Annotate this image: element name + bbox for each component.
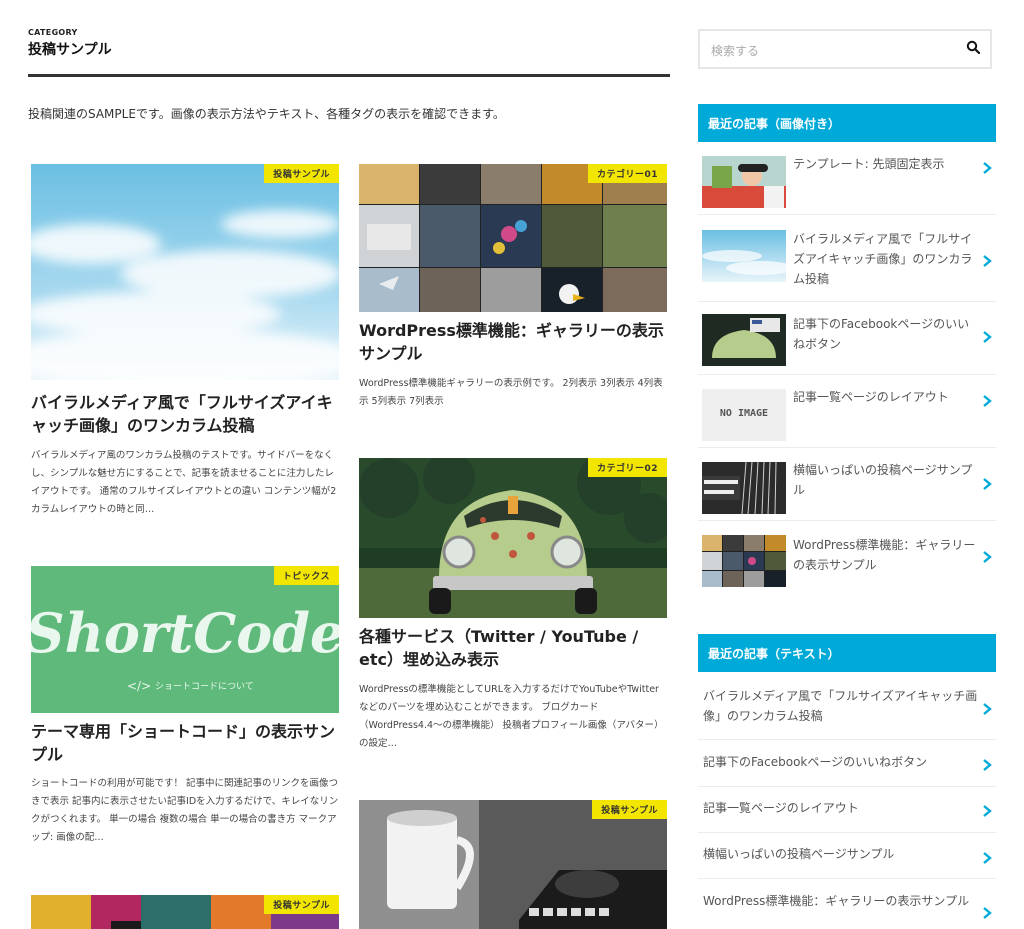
- chevron-right-icon: [983, 478, 992, 490]
- recent-post-item[interactable]: 記事下のFacebookページのいいねボタン: [698, 302, 996, 375]
- recent-text-item[interactable]: 記事下のFacebookページのいいねボタン: [698, 740, 996, 787]
- recent-post-thumbnail[interactable]: [702, 156, 786, 208]
- chevron-right-icon: [983, 255, 992, 267]
- category-badge[interactable]: 投稿サンプル: [592, 800, 667, 819]
- sky-image: [31, 164, 339, 380]
- recent-text-item[interactable]: 記事一覧ページのレイアウト: [698, 787, 996, 833]
- post-title[interactable]: WordPress標準機能：ギャラリーの表示サンプル: [359, 319, 667, 365]
- post-card[interactable]: 投稿サンプル: [31, 895, 339, 929]
- shortcode-image-subtext: ショートコードについて: [155, 681, 254, 692]
- svg-text:</>: </>: [127, 679, 151, 693]
- widget-title-recent-text: 最近の記事（テキスト）: [698, 634, 996, 672]
- search-icon[interactable]: [966, 40, 980, 54]
- recent-text-title[interactable]: WordPress標準機能：ギャラリーの表示サンプル: [703, 891, 981, 911]
- recent-post-thumbnail[interactable]: [702, 462, 786, 514]
- recent-post-thumbnail[interactable]: NO IMAGE: [702, 389, 786, 441]
- category-badge[interactable]: 投稿サンプル: [264, 895, 339, 914]
- recent-text-item[interactable]: 横幅いっぱいの投稿ページサンプル: [698, 833, 996, 879]
- post-title[interactable]: バイラルメディア風で「フルサイズアイキャッチ画像」のワンカラム投稿: [31, 391, 339, 437]
- recent-post-thumbnail[interactable]: [702, 314, 786, 366]
- recent-post-thumbnail[interactable]: [702, 535, 786, 587]
- recent-post-item[interactable]: WordPress標準機能：ギャラリーの表示サンプル: [698, 521, 996, 593]
- recent-post-title[interactable]: 記事下のFacebookページのいいねボタン: [793, 314, 978, 354]
- shortcode-image-text: ShortCode: [31, 601, 339, 665]
- car-image: [359, 458, 667, 618]
- recent-text-title[interactable]: 記事下のFacebookページのいいねボタン: [703, 752, 981, 772]
- page-title: 投稿サンプル: [28, 42, 112, 58]
- recent-text-title[interactable]: バイラルメディア風で「フルサイズアイキャッチ画像」のワンカラム投稿: [703, 686, 981, 726]
- post-thumbnail[interactable]: カテゴリー02: [359, 458, 667, 618]
- chevron-right-icon: [983, 703, 992, 715]
- recent-post-title[interactable]: 横幅いっぱいの投稿ページサンプル: [793, 460, 978, 500]
- no-image-label: NO IMAGE: [719, 408, 769, 419]
- recent-post-title[interactable]: テンプレート: 先頭固定表示: [793, 154, 978, 174]
- chevron-right-icon: [983, 395, 992, 407]
- title-divider: [28, 74, 670, 77]
- post-title[interactable]: テーマ専用「ショートコード」の表示サンプル: [31, 720, 339, 766]
- search-box[interactable]: 検索する: [698, 29, 992, 69]
- category-badge[interactable]: トピックス: [273, 566, 339, 585]
- chevron-right-icon: [983, 162, 992, 174]
- chevron-right-icon: [983, 551, 992, 563]
- post-excerpt: WordPressの標準機能としてURLを入力するだけでYouTubeやTwit…: [359, 684, 664, 749]
- recent-post-title[interactable]: WordPress標準機能：ギャラリーの表示サンプル: [793, 535, 978, 575]
- post-card[interactable]: 投稿サンプル バイラルメディア風で「フルサイズアイキャッチ画像」のワンカラム投稿…: [31, 164, 339, 524]
- post-thumbnail[interactable]: 投稿サンプル: [359, 800, 667, 929]
- thumb-image: [702, 156, 786, 208]
- recent-post-item[interactable]: テンプレート: 先頭固定表示: [698, 146, 996, 215]
- recent-text-title[interactable]: 記事一覧ページのレイアウト: [703, 798, 981, 818]
- search-input[interactable]: 検索する: [711, 42, 759, 59]
- chevron-right-icon: [983, 852, 992, 864]
- category-badge[interactable]: 投稿サンプル: [264, 164, 339, 183]
- post-title[interactable]: 各種サービス（Twitter / YouTube / etc）埋め込み表示: [359, 625, 667, 671]
- recent-text-item[interactable]: バイラルメディア風で「フルサイズアイキャッチ画像」のワンカラム投稿: [698, 676, 996, 740]
- chevron-right-icon: [983, 907, 992, 919]
- thumb-image: [702, 462, 786, 514]
- mug-image: [359, 800, 667, 929]
- chevron-right-icon: [983, 331, 992, 343]
- post-card[interactable]: カテゴリー02 各種サービス（Twitter / YouTube / etc）埋…: [359, 458, 667, 758]
- post-thumbnail[interactable]: 投稿サンプル: [31, 164, 339, 380]
- category-badge[interactable]: カテゴリー01: [587, 164, 667, 183]
- gallery-image: [359, 164, 667, 312]
- post-thumbnail[interactable]: ShortCode </> ショートコードについて トピックス: [31, 566, 339, 713]
- post-excerpt: WordPress標準機能ギャラリーの表示例です。 2列表示 3列表示 4列表示…: [359, 378, 663, 407]
- post-thumbnail[interactable]: カテゴリー01: [359, 164, 667, 312]
- post-card[interactable]: 投稿サンプル: [359, 800, 667, 929]
- recent-post-item[interactable]: 横幅いっぱいの投稿ページサンプル: [698, 448, 996, 521]
- post-thumbnail[interactable]: 投稿サンプル: [31, 895, 339, 929]
- chevron-right-icon: [983, 805, 992, 817]
- category-description: 投稿関連のSAMPLEです。画像の表示方法やテキスト、各種タグの表示を確認できま…: [28, 107, 505, 121]
- chevron-right-icon: [983, 759, 992, 771]
- recent-text-title[interactable]: 横幅いっぱいの投稿ページサンプル: [703, 844, 981, 864]
- recent-text-item[interactable]: WordPress標準機能：ギャラリーの表示サンプル: [698, 879, 996, 929]
- category-badge[interactable]: カテゴリー02: [587, 458, 667, 477]
- thumb-image: [702, 230, 786, 282]
- category-label: CATEGORY: [28, 28, 78, 37]
- post-excerpt: バイラルメディア風のワンカラム投稿のテストです。サイドバーをなくし、シンプルな魅…: [31, 450, 337, 515]
- recent-post-item[interactable]: バイラルメディア風で「フルサイズアイキャッチ画像」のワンカラム投稿: [698, 215, 996, 302]
- post-card[interactable]: ShortCode </> ショートコードについて トピックス テーマ専用「ショ…: [31, 566, 339, 866]
- thumb-image: [702, 314, 786, 366]
- recent-post-item[interactable]: NO IMAGE 記事一覧ページのレイアウト: [698, 375, 996, 448]
- shortcode-image: ShortCode </> ショートコードについて: [31, 566, 339, 713]
- post-card[interactable]: カテゴリー01 WordPress標準機能：ギャラリーの表示サンプル WordP…: [359, 164, 667, 414]
- post-excerpt: ショートコードの利用が可能です！ 記事中に関連記事のリンクを画像つきで表示 記事…: [31, 778, 339, 843]
- recent-post-thumbnail[interactable]: [702, 230, 786, 282]
- recent-post-title[interactable]: 記事一覧ページのレイアウト: [793, 387, 978, 407]
- main-content: CATEGORY 投稿サンプル 投稿関連のSAMPLEです。画像の表示方法やテキ…: [28, 28, 670, 121]
- widget-title-recent-image: 最近の記事（画像付き）: [698, 104, 996, 142]
- thumb-image: [702, 535, 786, 587]
- recent-post-title[interactable]: バイラルメディア風で「フルサイズアイキャッチ画像」のワンカラム投稿: [793, 229, 978, 289]
